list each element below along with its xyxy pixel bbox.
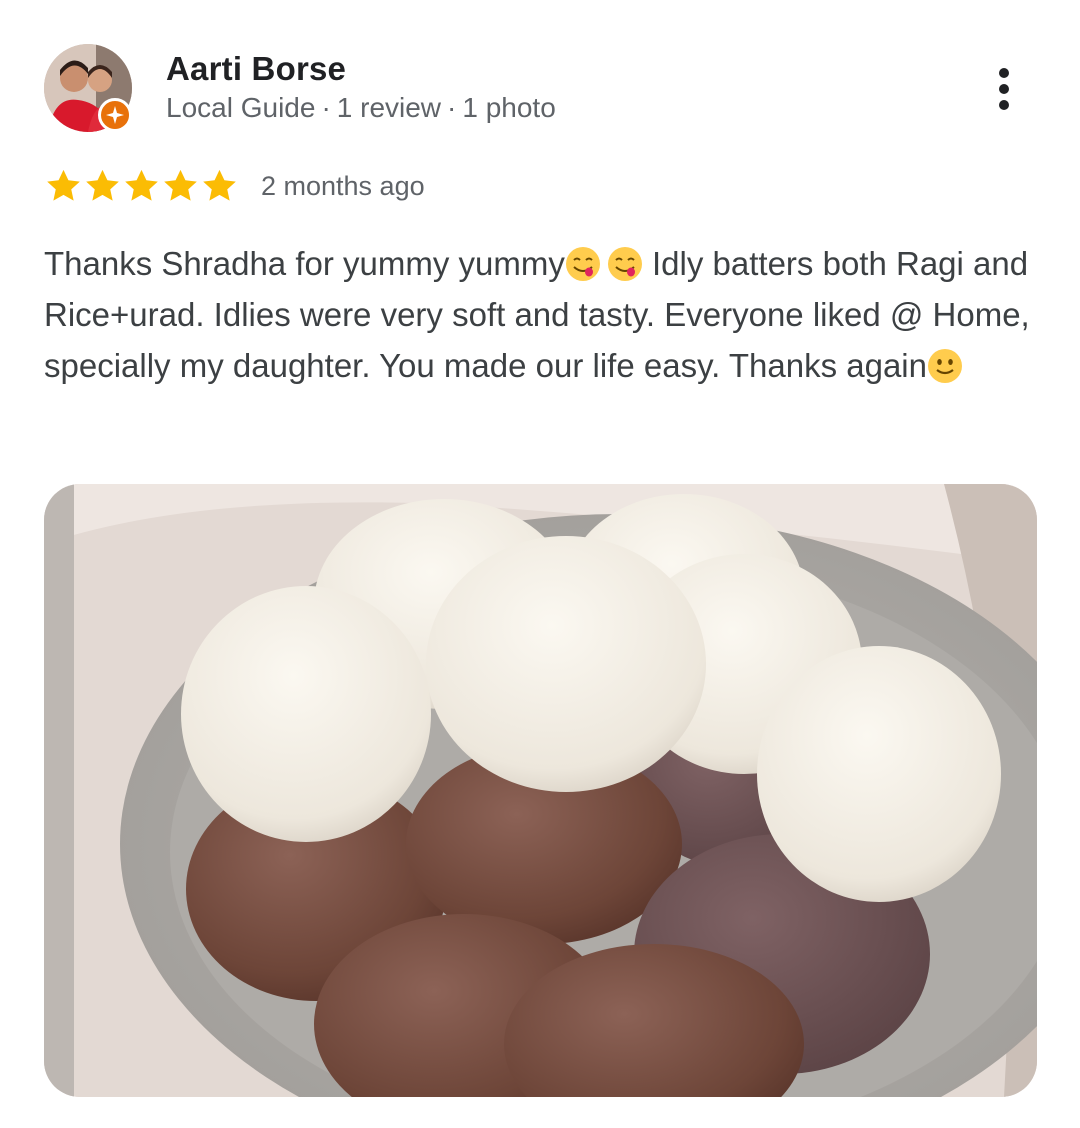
review-photo[interactable] [44,484,1037,1097]
face-savoring-food-emoji [565,247,600,281]
star-rating [44,167,239,205]
more-dot [999,84,1009,94]
star-icon [203,169,236,201]
reviewer-meta[interactable]: Local Guide · 1 review · 1 photo [166,92,556,124]
more-dot [999,68,1009,78]
meta-separator: · [321,92,331,123]
local-guide-badge-icon [98,98,132,132]
star-icon [164,169,197,201]
slightly-smiling-face-emoji [928,349,962,383]
star-icon [47,169,80,201]
more-vert-icon[interactable] [984,64,1024,114]
more-dot [999,100,1009,110]
reviewer-photo-count: 1 photo [462,92,556,123]
reviewer-review-count: 1 review [336,92,442,123]
review-text[interactable]: Thanks Shradha for yummy yummy Idly batt… [44,238,1044,391]
reviewer-name[interactable]: Aarti Borse [166,50,346,88]
review-header: Aarti Borse Local Guide · 1 review · 1 photo [44,44,1044,136]
star-icon [125,169,158,201]
face-savoring-food-emoji [607,247,642,281]
reviewer-badge-label: Local Guide [166,92,316,123]
review-text-part: Thanks Shradha for yummy yummy [44,245,565,282]
review-time: 2 months ago [261,170,425,201]
review-rating-row: 2 months ago [44,166,425,206]
star-icon [86,169,119,201]
meta-separator: · [447,92,457,123]
